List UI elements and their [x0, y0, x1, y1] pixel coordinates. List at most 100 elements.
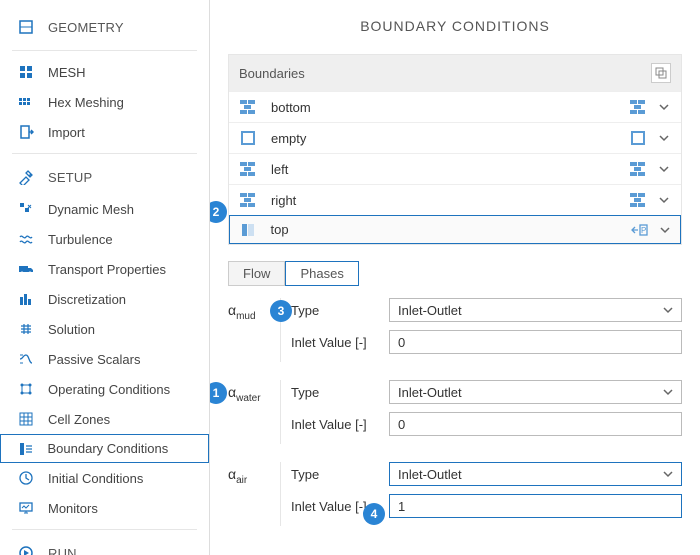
sidebar-item-opcond[interactable]: Operating Conditions: [0, 374, 209, 404]
chevron-down-icon[interactable]: [657, 100, 671, 114]
wall-type-icon: [629, 161, 647, 177]
chevron-down-icon[interactable]: [657, 131, 671, 145]
transport-icon: [18, 261, 34, 277]
boundaries-card: Boundaries bottom empty left: [228, 54, 682, 245]
inlet-label: Inlet Value [-]: [291, 417, 389, 432]
turbulence-icon: [18, 231, 34, 247]
pressure-type-icon: P: [630, 222, 648, 238]
opcond-icon: [18, 381, 34, 397]
inlet-label: Inlet Value [-]: [291, 335, 389, 350]
sidebar-item-label: Solution: [48, 322, 95, 337]
sidebar-item-label: Import: [48, 125, 85, 140]
group-geometry[interactable]: GEOMETRY: [0, 10, 209, 44]
type-label: Type: [291, 467, 389, 482]
type-select-mud[interactable]: Inlet-Outlet: [389, 298, 682, 322]
page-title: BOUNDARY CONDITIONS: [228, 18, 682, 34]
type-label: Type: [291, 303, 389, 318]
boundary-label: right: [271, 193, 629, 208]
sidebar-item-import[interactable]: Import: [0, 117, 209, 147]
sidebar-item-disc[interactable]: Discretization: [0, 284, 209, 314]
type-select-air[interactable]: Inlet-Outlet: [389, 462, 682, 486]
phase-water: αwater Type Inlet-Outlet Inlet Value [-]…: [228, 380, 682, 444]
setup-icon: [18, 169, 34, 185]
boundary-row-bottom[interactable]: bottom: [229, 91, 681, 122]
sidebar-item-transport[interactable]: Transport Properties: [0, 254, 209, 284]
svg-text:P: P: [641, 226, 646, 235]
boundary-label: empty: [271, 131, 629, 146]
cellzones-icon: [18, 411, 34, 427]
boundary-row-top[interactable]: top P: [229, 215, 681, 244]
boundary-row-left[interactable]: left: [229, 153, 681, 184]
badge-4: 4: [363, 503, 385, 525]
ic-icon: [18, 470, 34, 486]
sidebar-item-label: Hex Meshing: [48, 95, 124, 110]
hex-icon: [18, 94, 34, 110]
sidebar-item-label: Monitors: [48, 501, 98, 516]
sidebar-item-mesh[interactable]: MESH: [0, 57, 209, 87]
group-label: SETUP: [48, 170, 92, 185]
inlet-input-air[interactable]: 1: [389, 494, 682, 518]
sidebar-item-boundary-conditions[interactable]: Boundary Conditions: [0, 434, 209, 463]
sidebar-item-label: Boundary Conditions: [48, 441, 169, 456]
tab-phases[interactable]: Phases: [285, 261, 358, 286]
sidebar-item-dynmesh[interactable]: Dynamic Mesh: [0, 194, 209, 224]
sidebar-item-turb[interactable]: Turbulence: [0, 224, 209, 254]
sidebar-item-label: MESH: [48, 65, 86, 80]
chevron-down-icon[interactable]: [657, 193, 671, 207]
sidebar-item-cellzones[interactable]: Cell Zones: [0, 404, 209, 434]
run-icon: [18, 545, 34, 555]
boundaries-header: Boundaries: [229, 55, 681, 91]
sidebar-item-monitors[interactable]: Monitors: [0, 493, 209, 523]
inlet-input-mud[interactable]: 0: [389, 330, 682, 354]
sidebar: GEOMETRY MESH Hex Meshing Import SETUP D…: [0, 0, 210, 555]
inlet-input-water[interactable]: 0: [389, 412, 682, 436]
empty-icon: [239, 130, 257, 146]
geometry-icon: [18, 19, 34, 35]
import-icon: [18, 124, 34, 140]
alpha-water-label: αwater: [228, 380, 280, 444]
sidebar-item-hex[interactable]: Hex Meshing: [0, 87, 209, 117]
discretization-icon: [18, 291, 34, 307]
type-select-water[interactable]: Inlet-Outlet: [389, 380, 682, 404]
badge-1: 1: [210, 382, 227, 404]
sidebar-item-label: Cell Zones: [48, 412, 110, 427]
boundary-row-right[interactable]: right: [229, 184, 681, 215]
sidebar-item-solution[interactable]: Solution: [0, 314, 209, 344]
boundary-label: bottom: [271, 100, 629, 115]
alpha-air-label: αair: [228, 462, 280, 526]
tabs: Flow Phases: [228, 261, 682, 286]
dynmesh-icon: [18, 201, 34, 217]
sidebar-item-ic[interactable]: Initial Conditions: [0, 463, 209, 493]
group-run[interactable]: RUN: [0, 536, 209, 555]
bc-icon: [18, 441, 34, 457]
boundaries-title: Boundaries: [239, 66, 305, 81]
main-panel: BOUNDARY CONDITIONS 1 2 3 4 Boundaries b…: [210, 0, 700, 555]
tab-flow[interactable]: Flow: [228, 261, 285, 286]
wall-type-icon: [629, 192, 647, 208]
group-setup[interactable]: SETUP: [0, 160, 209, 194]
copy-icon[interactable]: [651, 63, 671, 83]
boundary-row-empty[interactable]: empty: [229, 122, 681, 153]
group-label: RUN: [48, 546, 77, 555]
sidebar-item-label: Transport Properties: [48, 262, 166, 277]
type-label: Type: [291, 385, 389, 400]
wall-icon: [239, 192, 257, 208]
monitors-icon: [18, 500, 34, 516]
scalars-icon: [18, 351, 34, 367]
sidebar-item-label: Discretization: [48, 292, 126, 307]
badge-3: 3: [270, 300, 292, 322]
sidebar-item-label: Initial Conditions: [48, 471, 143, 486]
boundary-label: top: [271, 222, 630, 237]
empty-type-icon: [629, 130, 647, 146]
sidebar-item-scalars[interactable]: Passive Scalars: [0, 344, 209, 374]
wall-type-icon: [629, 99, 647, 115]
sidebar-item-label: Turbulence: [48, 232, 113, 247]
mesh-icon: [18, 64, 34, 80]
boundary-label: left: [271, 162, 629, 177]
sidebar-item-label: Passive Scalars: [48, 352, 140, 367]
sidebar-item-label: Operating Conditions: [48, 382, 170, 397]
group-label: GEOMETRY: [48, 20, 124, 35]
badge-2: 2: [210, 201, 227, 223]
chevron-down-icon[interactable]: [658, 223, 672, 237]
chevron-down-icon[interactable]: [657, 162, 671, 176]
